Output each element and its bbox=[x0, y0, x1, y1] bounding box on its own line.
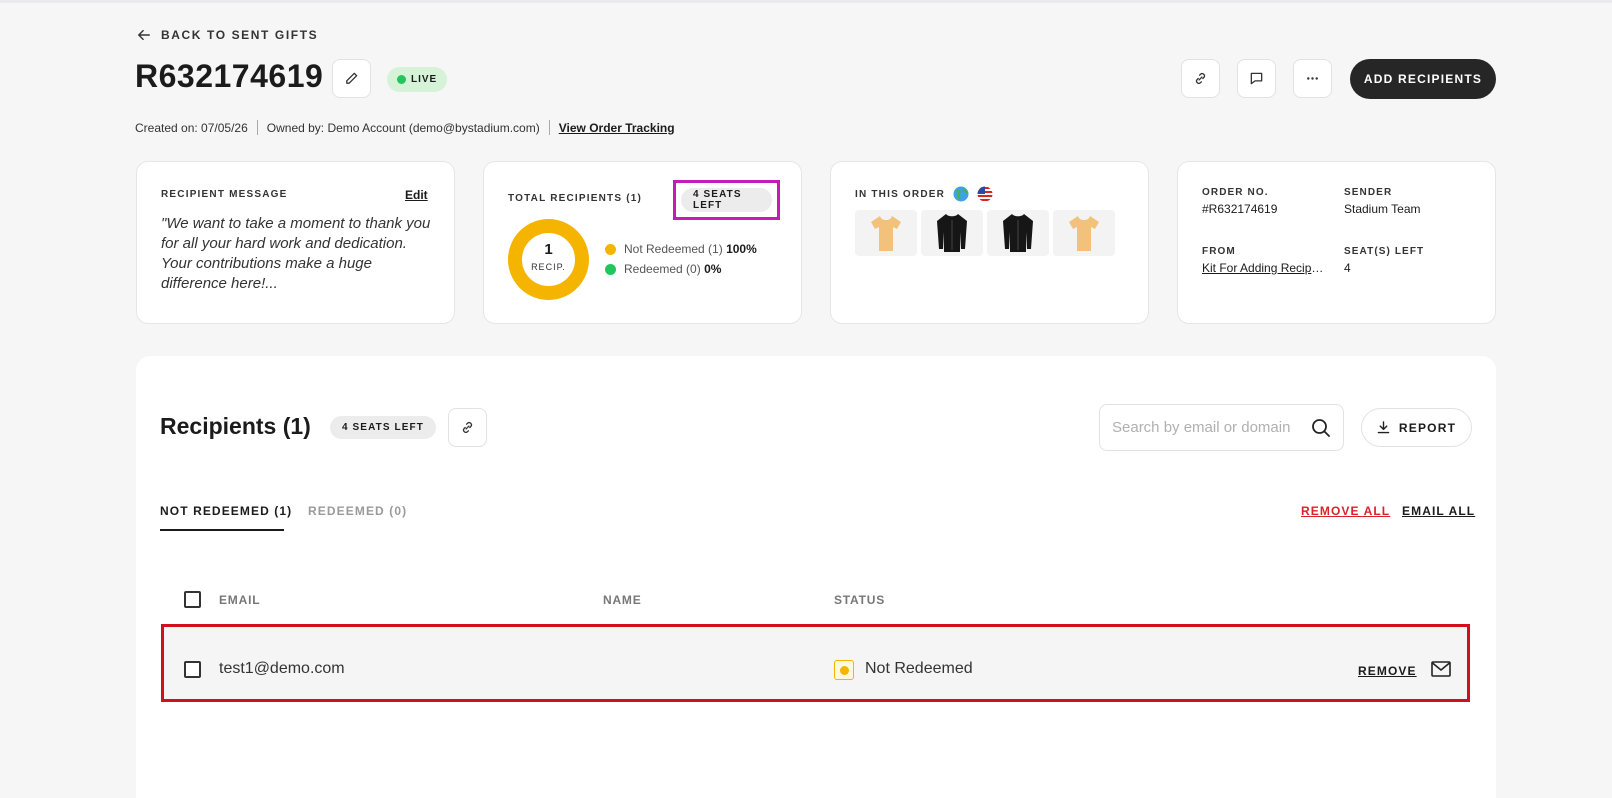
column-header-email[interactable]: EMAIL bbox=[219, 593, 260, 607]
seats-left-field: SEAT(S) LEFT 4 bbox=[1344, 246, 1424, 275]
edit-message-link[interactable]: Edit bbox=[405, 188, 428, 202]
donut-ring bbox=[508, 219, 589, 300]
active-tab-indicator bbox=[160, 529, 284, 531]
top-border bbox=[0, 0, 1612, 3]
legend-value: 0% bbox=[704, 262, 722, 276]
add-recipients-button[interactable]: ADD RECIPIENTS bbox=[1350, 59, 1496, 99]
from-label: FROM bbox=[1202, 246, 1236, 257]
page-title: R632174619 bbox=[135, 58, 324, 94]
pencil-icon bbox=[346, 72, 358, 84]
total-recipients-card: TOTAL RECIPIENTS (1) 4 SEATS LEFT 1 RECI… bbox=[483, 161, 802, 324]
owner-info: Owned by: Demo Account (demo@bystadium.c… bbox=[266, 120, 540, 135]
seats-left-badge: 4 SEATS LEFT bbox=[681, 188, 772, 212]
legend-label: Redeemed (0) bbox=[624, 262, 701, 276]
divider bbox=[548, 120, 550, 135]
created-date: Created on: 07/05/26 bbox=[135, 120, 248, 135]
from-kit-link[interactable]: Kit For Adding Recipients bbox=[1202, 261, 1324, 275]
live-dot-icon bbox=[397, 75, 406, 84]
seats-left-highlight: 4 SEATS LEFT bbox=[673, 180, 780, 220]
seats-left-value: 4 bbox=[1344, 261, 1351, 275]
globe-icon bbox=[953, 186, 969, 202]
legend-label: Not Redeemed (1) bbox=[624, 242, 723, 256]
seats-left-pill: 4 SEATS LEFT bbox=[330, 416, 436, 439]
tshirt-icon bbox=[871, 216, 901, 251]
recipient-status: Not Redeemed bbox=[865, 660, 973, 677]
report-button[interactable]: REPORT bbox=[1361, 408, 1472, 447]
divider bbox=[256, 120, 258, 135]
edit-title-button[interactable] bbox=[332, 59, 371, 98]
link-icon bbox=[462, 422, 473, 433]
not-redeemed-status-icon bbox=[834, 660, 854, 680]
hoodie-icon bbox=[1003, 214, 1033, 252]
legend-not-redeemed: Not Redeemed (1) 100% bbox=[605, 242, 757, 256]
green-dot-icon bbox=[605, 263, 616, 275]
table-row[interactable]: test1@demo.com Not Redeemed REMOVE bbox=[161, 624, 1470, 702]
recipients-donut-chart: 1 RECIP. bbox=[508, 219, 589, 300]
recipients-heading: Recipients (1) bbox=[160, 413, 311, 439]
search-input[interactable] bbox=[1112, 419, 1302, 436]
back-to-sent-gifts-link[interactable]: BACK TO SENT GIFTS bbox=[137, 28, 318, 42]
search-icon[interactable] bbox=[1311, 418, 1331, 438]
email-all-link[interactable]: EMAIL ALL bbox=[1402, 504, 1475, 518]
copy-link-button[interactable] bbox=[1181, 59, 1220, 98]
order-meta: Created on: 07/05/26 Owned by: Demo Acco… bbox=[135, 120, 675, 135]
legend-redeemed: Redeemed (0) 0% bbox=[605, 262, 757, 276]
in-this-order-header: IN THIS ORDER bbox=[855, 186, 993, 202]
order-no-field: ORDER NO. #R632174619 bbox=[1202, 187, 1277, 216]
status-label: LIVE bbox=[411, 74, 438, 85]
yellow-dot-icon bbox=[605, 243, 616, 255]
select-all-checkbox[interactable] bbox=[184, 591, 201, 608]
sender-field: SENDER Stadium Team bbox=[1344, 187, 1420, 216]
sender-label: SENDER bbox=[1344, 187, 1393, 198]
recipient-email: test1@demo.com bbox=[219, 660, 345, 677]
link-icon bbox=[1195, 73, 1206, 84]
order-details-card: ORDER NO. #R632174619 SENDER Stadium Tea… bbox=[1177, 161, 1496, 324]
product-thumbnails bbox=[855, 210, 1115, 256]
product-thumbnail[interactable] bbox=[987, 210, 1049, 256]
comment-button[interactable] bbox=[1237, 59, 1276, 98]
product-thumbnail[interactable] bbox=[1053, 210, 1115, 256]
column-header-name[interactable]: NAME bbox=[603, 593, 642, 607]
tab-not-redeemed[interactable]: NOT REDEEMED (1) bbox=[160, 504, 292, 518]
remove-recipient-link[interactable]: REMOVE bbox=[1358, 664, 1417, 678]
row-checkbox[interactable] bbox=[184, 661, 201, 678]
recipients-panel: Recipients (1) 4 SEATS LEFT REPORT NOT R… bbox=[136, 356, 1496, 798]
back-label: BACK TO SENT GIFTS bbox=[161, 28, 319, 42]
status-badge: LIVE bbox=[387, 67, 448, 92]
copy-recipient-link-button[interactable] bbox=[448, 408, 487, 447]
seats-left-label: SEAT(S) LEFT bbox=[1344, 246, 1425, 257]
tab-redeemed[interactable]: REDEEMED (0) bbox=[308, 504, 407, 518]
legend-value: 100% bbox=[726, 242, 757, 256]
column-header-status[interactable]: STATUS bbox=[834, 593, 885, 607]
recipients-legend: Not Redeemed (1) 100% Redeemed (0) 0% bbox=[605, 242, 757, 276]
product-thumbnail[interactable] bbox=[921, 210, 983, 256]
remove-all-link[interactable]: REMOVE ALL bbox=[1301, 504, 1390, 518]
more-options-button[interactable] bbox=[1293, 59, 1332, 98]
arrow-left-icon bbox=[138, 29, 150, 41]
donut-unit: RECIP. bbox=[531, 262, 566, 272]
message-square-icon bbox=[1250, 72, 1263, 85]
total-recipients-label: TOTAL RECIPIENTS (1) bbox=[508, 193, 643, 204]
donut-count: 1 bbox=[544, 241, 553, 258]
mail-icon[interactable] bbox=[1431, 661, 1451, 677]
in-this-order-label: IN THIS ORDER bbox=[855, 188, 946, 200]
hoodie-icon bbox=[937, 214, 967, 252]
tshirt-icon bbox=[1069, 216, 1099, 251]
more-horizontal-icon bbox=[1307, 77, 1318, 80]
sender-value: Stadium Team bbox=[1344, 202, 1421, 216]
us-flag-icon bbox=[977, 186, 993, 202]
product-thumbnail[interactable] bbox=[855, 210, 917, 256]
order-no-label: ORDER NO. bbox=[1202, 187, 1269, 198]
search-box bbox=[1099, 404, 1344, 451]
recipient-message-label: RECIPIENT MESSAGE bbox=[161, 189, 288, 200]
download-icon bbox=[1377, 421, 1390, 434]
recipient-message-text: "We want to take a moment to thank you f… bbox=[161, 215, 431, 292]
recipient-message-card: RECIPIENT MESSAGE Edit "We want to take … bbox=[136, 161, 455, 324]
in-this-order-card: IN THIS ORDER bbox=[830, 161, 1149, 324]
view-order-tracking-link[interactable]: View Order Tracking bbox=[559, 121, 675, 135]
order-no-value: #R632174619 bbox=[1202, 202, 1278, 216]
from-field: FROM Kit For Adding Recipients bbox=[1202, 246, 1324, 275]
report-label: REPORT bbox=[1398, 420, 1457, 435]
